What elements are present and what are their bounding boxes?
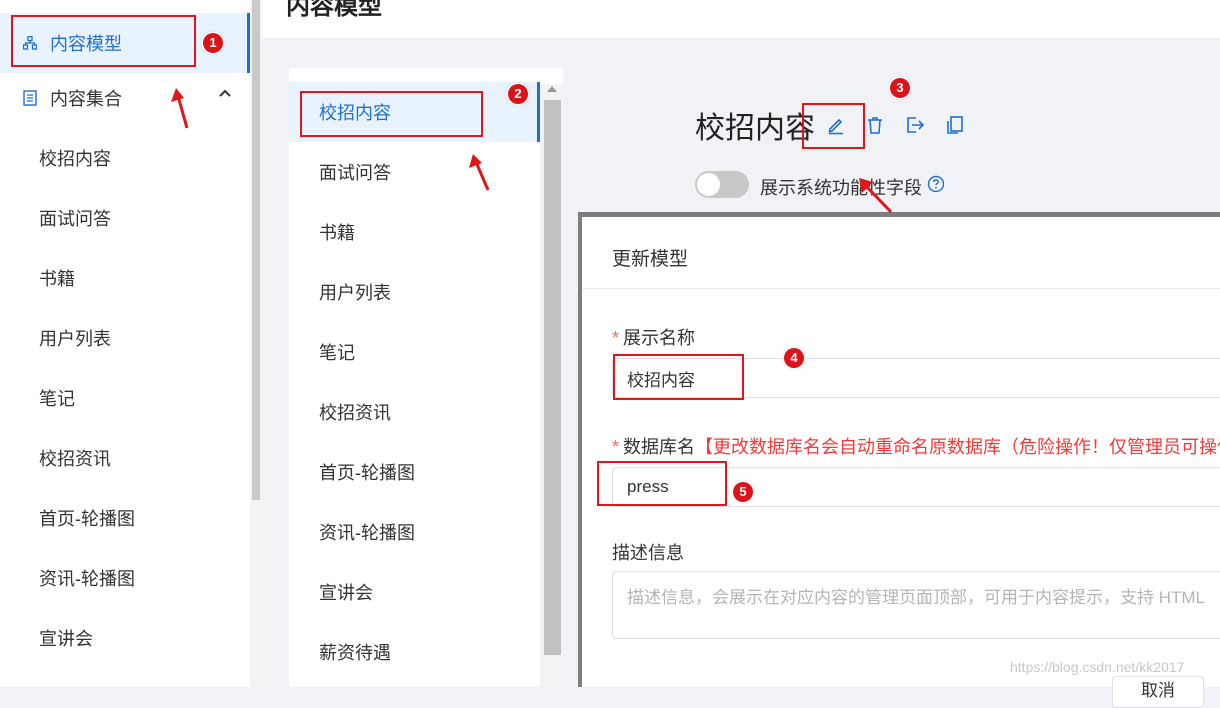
annotation-badge-3: 3 bbox=[890, 78, 910, 98]
annotation-arrow-1 bbox=[171, 88, 189, 129]
model-item-salary[interactable]: 薪资待遇 bbox=[289, 622, 540, 682]
trash-icon[interactable] bbox=[864, 114, 886, 136]
sidebar-item-label: 笔记 bbox=[39, 389, 75, 409]
model-item-label: 书籍 bbox=[319, 223, 355, 243]
annotation-badge-4: 4 bbox=[784, 348, 804, 368]
model-item-label: 用户列表 bbox=[319, 283, 391, 303]
model-list: 校招内容 面试问答 书籍 用户列表 笔记 校招资讯 首页-轮播图 资讯-轮播图 … bbox=[289, 68, 563, 687]
system-fields-toggle[interactable] bbox=[695, 171, 749, 198]
sidebar-item-label: 面试问答 bbox=[39, 209, 111, 229]
model-item-news-carousel[interactable]: 资讯-轮播图 bbox=[289, 502, 540, 562]
description-textarea[interactable]: 描述信息，会展示在对应内容的管理页面顶部，可用于内容提示，支持 HTML bbox=[612, 571, 1220, 639]
model-item-label: 首页-轮播图 bbox=[319, 463, 415, 483]
model-title: 校招内容 bbox=[695, 112, 815, 145]
dialog-title: 更新模型 bbox=[612, 249, 689, 270]
sidebar-item-label: 书籍 bbox=[39, 269, 75, 289]
annotation-arrow-2 bbox=[469, 154, 490, 191]
annotation-box-2 bbox=[300, 91, 483, 137]
sidebar-item-interview-qa[interactable]: 面试问答 bbox=[0, 188, 250, 248]
sidebar-item-campus-content[interactable]: 校招内容 bbox=[0, 128, 250, 188]
sidebar-item-user-list[interactable]: 用户列表 bbox=[0, 308, 250, 368]
annotation-box-4 bbox=[613, 354, 744, 400]
cancel-button[interactable]: 取消 bbox=[1112, 676, 1204, 708]
model-item-user-list[interactable]: 用户列表 bbox=[289, 262, 540, 322]
sidebar-item-label: 校招资讯 bbox=[39, 449, 111, 469]
sidebar-item-home-carousel[interactable]: 首页-轮播图 bbox=[0, 488, 250, 548]
db-name-label-text: 数据库名 bbox=[623, 437, 696, 457]
model-item-label: 宣讲会 bbox=[319, 583, 373, 603]
model-item-label: 薪资待遇 bbox=[319, 643, 391, 663]
collection-icon bbox=[20, 88, 40, 108]
model-list-scrollbar-thumb[interactable] bbox=[544, 100, 561, 655]
model-item-label: 笔记 bbox=[319, 343, 355, 363]
model-item-label: 资讯-轮播图 bbox=[319, 523, 415, 543]
annotation-arrow-3 bbox=[859, 178, 893, 214]
sidebar-item-label: 校招内容 bbox=[39, 149, 111, 169]
annotation-badge-2: 2 bbox=[508, 84, 528, 104]
page-title: 内容模型 bbox=[286, 0, 382, 20]
model-item-notes[interactable]: 笔记 bbox=[289, 322, 540, 382]
annotation-badge-5: 5 bbox=[733, 482, 753, 502]
model-item-label: 面试问答 bbox=[319, 163, 391, 183]
annotation-box-5 bbox=[597, 461, 727, 506]
db-name-warning: 【更改数据库名会自动重命名原数据库（危险操作！仅管理员可操作 bbox=[695, 437, 1220, 457]
display-name-label: * 展示名称 bbox=[612, 324, 695, 350]
description-label: 描述信息 bbox=[612, 543, 684, 563]
sidebar-item-news-carousel[interactable]: 资讯-轮播图 bbox=[0, 548, 250, 608]
required-mark: * bbox=[612, 437, 620, 457]
sidebar-item-label: 用户列表 bbox=[39, 329, 111, 349]
db-name-label: * 数据库名【更改数据库名会自动重命名原数据库（危险操作！仅管理员可操作 bbox=[612, 433, 1220, 459]
model-item-interview-qa[interactable]: 面试问答 bbox=[289, 142, 540, 202]
model-item-presentation[interactable]: 宣讲会 bbox=[289, 562, 540, 622]
annotation-badge-1: 1 bbox=[203, 33, 223, 53]
scroll-up-arrow-icon[interactable] bbox=[547, 86, 557, 92]
sidebar-item-books[interactable]: 书籍 bbox=[0, 248, 250, 308]
sidebar-scrollbar-thumb[interactable] bbox=[252, 0, 260, 500]
annotation-box-1 bbox=[11, 15, 196, 67]
chevron-up-icon[interactable] bbox=[218, 86, 232, 100]
sidebar-item-label: 首页-轮播图 bbox=[39, 509, 135, 529]
display-name-label-text: 展示名称 bbox=[623, 328, 696, 348]
sidebar-item-campus-news[interactable]: 校招资讯 bbox=[0, 428, 250, 488]
model-item-campus-news[interactable]: 校招资讯 bbox=[289, 382, 540, 442]
model-item-books[interactable]: 书籍 bbox=[289, 202, 540, 262]
annotation-box-3 bbox=[802, 103, 865, 149]
export-icon[interactable] bbox=[904, 114, 926, 136]
sidebar-item-presentation[interactable]: 宣讲会 bbox=[0, 608, 250, 668]
model-item-label: 校招资讯 bbox=[319, 403, 391, 423]
help-icon[interactable] bbox=[927, 175, 945, 193]
sidebar-item-content-collection[interactable]: 内容集合 bbox=[0, 68, 250, 128]
sidebar-item-label: 内容集合 bbox=[50, 89, 122, 109]
sidebar-item-label: 资讯-轮播图 bbox=[39, 569, 135, 589]
copy-icon[interactable] bbox=[944, 114, 966, 136]
sidebar-item-label: 宣讲会 bbox=[39, 629, 93, 649]
sidebar-item-notes[interactable]: 笔记 bbox=[0, 368, 250, 428]
required-mark: * bbox=[612, 328, 620, 348]
model-item-home-carousel[interactable]: 首页-轮播图 bbox=[289, 442, 540, 502]
top-header bbox=[262, 0, 1220, 38]
sidebar: 内容模型 内容集合 校招内容 面试问答 书籍 用户列表 笔记 校招资讯 首页-轮… bbox=[0, 0, 250, 687]
watermark: https://blog.csdn.net/kk2017 bbox=[1010, 659, 1185, 675]
dialog-divider bbox=[582, 288, 1220, 289]
toggle-knob bbox=[697, 173, 720, 196]
